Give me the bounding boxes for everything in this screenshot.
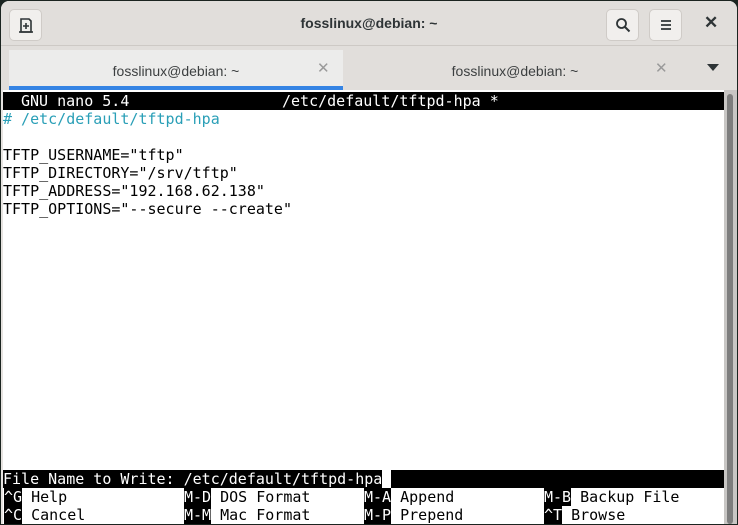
shortcut-key: ^C [4,506,23,524]
shortcut-key: M-B [544,488,572,506]
shortcut-browse[interactable]: Browse [571,506,625,524]
filename-prompt[interactable]: File Name to Write: /etc/default/tftpd-h… [3,470,724,488]
file-line: TFTP_USERNAME="tftp" [3,146,184,164]
scrollbar[interactable] [724,90,737,524]
nano-header: GNU nano 5.4 /etc/default/tftpd-hpa * [3,92,724,110]
shortcut-help[interactable]: Help [31,488,67,506]
nano-version: GNU nano 5.4 [21,92,130,110]
menu-button[interactable] [649,9,682,41]
close-icon[interactable]: ✕ [655,61,668,77]
shortcut-backup-file[interactable]: Backup File [580,488,679,506]
chevron-down-icon[interactable] [707,64,719,71]
nano-filename: /etc/default/tftpd-hpa * [282,92,499,110]
tab-label: fosslinux@debian: ~ [451,63,579,79]
hamburger-menu-icon [660,20,671,30]
shortcut-key: M-A [364,488,392,506]
terminal-window: fosslinux@debian: ~ ✕ fosslinux@debian: … [1,1,737,524]
shortcut-row-1: ^G Help M-D DOS Format M-A Append M-B Ba… [3,488,724,506]
shortcut-key: M-M [184,506,212,524]
prompt-text: File Name to Write: /etc/default/tftpd-h… [3,470,383,488]
file-line: TFTP_ADDRESS="192.168.62.138" [3,182,265,200]
tab-bar: fosslinux@debian: ~ ✕ fosslinux@debian: … [1,46,737,90]
shortcut-key: M-P [364,506,392,524]
shortcut-key: ^G [4,488,23,506]
shortcut-mac-format[interactable]: Mac Format [220,506,310,524]
terminal-area[interactable]: GNU nano 5.4 /etc/default/tftpd-hpa * # … [3,90,724,524]
search-button[interactable] [606,9,639,41]
close-icon[interactable]: ✕ [704,14,718,32]
cursor [382,470,392,488]
shortcut-append[interactable]: Append [400,488,454,506]
tab-label: fosslinux@debian: ~ [112,63,240,79]
shortcut-dos-format[interactable]: DOS Format [220,488,310,506]
file-line: TFTP_DIRECTORY="/srv/tftp" [3,164,238,182]
title-bar: fosslinux@debian: ~ ✕ [1,1,737,46]
shortcut-row-2: ^C Cancel M-M Mac Format M-P Prepend ^T … [3,506,724,524]
shortcut-prepend[interactable]: Prepend [400,506,463,524]
file-line: # /etc/default/tftpd-hpa [3,110,220,128]
scrollbar-thumb[interactable] [727,94,733,524]
file-line: TFTP_OPTIONS="--secure --create" [3,200,292,218]
search-icon [615,18,630,33]
shortcut-key: M-D [184,488,212,506]
close-icon[interactable]: ✕ [317,61,330,77]
tab-1[interactable]: fosslinux@debian: ~ ✕ [9,50,343,90]
shortcut-cancel[interactable]: Cancel [31,506,85,524]
tab-2[interactable]: fosslinux@debian: ~ ✕ [343,50,687,90]
file-line [3,128,724,146]
shortcut-key: ^T [544,506,563,524]
